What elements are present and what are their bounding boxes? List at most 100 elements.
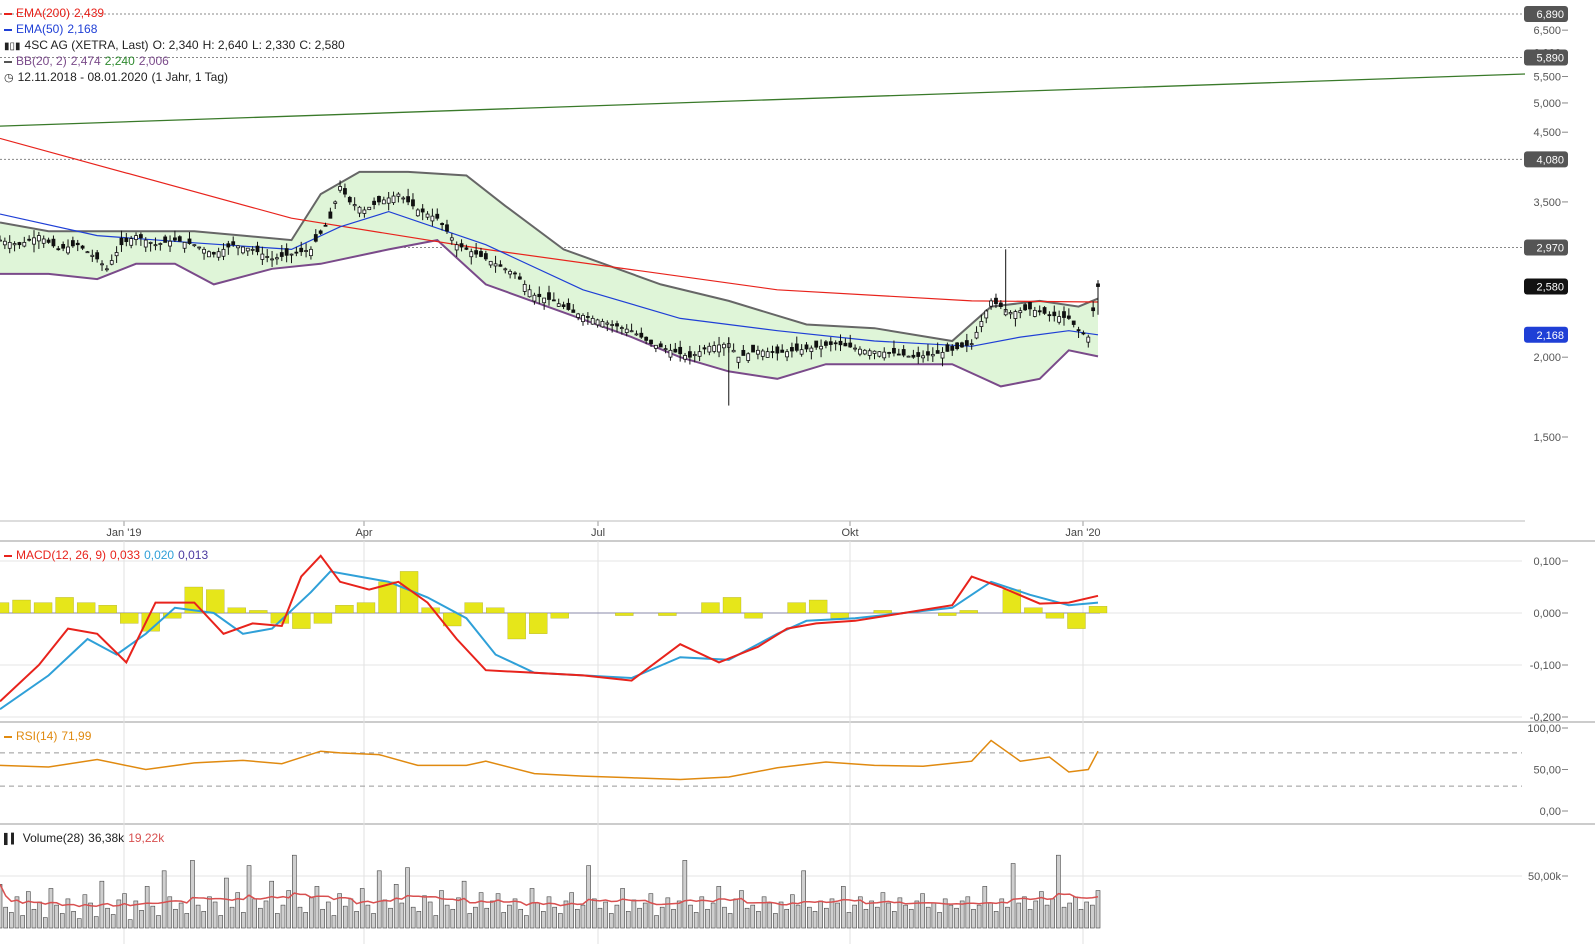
candle-body <box>46 239 51 243</box>
macd-histogram-bar <box>1002 589 1022 614</box>
volume-bar <box>1078 908 1084 929</box>
candle-body <box>824 341 828 346</box>
volume-bar <box>625 911 631 929</box>
volume-bar <box>212 901 218 929</box>
legend-macd-signal: 0,020 <box>144 548 175 562</box>
candle-body <box>542 297 547 304</box>
volume-bar <box>178 902 184 929</box>
volume-bar <box>416 911 422 929</box>
candle-body <box>799 349 804 355</box>
legend-macd-value: 0,033 <box>110 548 141 562</box>
candle-body <box>833 342 838 345</box>
volume-bar <box>1073 896 1078 929</box>
volume-bar <box>931 902 937 929</box>
candle-body <box>532 294 537 302</box>
volume-bar <box>308 897 314 929</box>
candle-body <box>1066 315 1071 319</box>
candle-body <box>148 241 153 244</box>
volume-bar <box>665 897 671 929</box>
macd-histogram-bar <box>744 612 763 619</box>
legend-bb: BB(20, 2) 2,474 2,240 2,006 <box>4 53 173 69</box>
candle-body <box>765 351 770 358</box>
volume-bar <box>303 912 308 929</box>
candle-body <box>100 263 104 266</box>
macd-histogram-bar <box>356 602 376 614</box>
candle-body <box>770 351 775 353</box>
volume-bar <box>456 897 461 929</box>
legend-ema50: EMA(50) 2,168 <box>4 21 101 37</box>
candle-body <box>153 244 158 247</box>
volume-bar <box>988 902 993 929</box>
volume-bar <box>342 905 348 929</box>
volume-bar <box>693 912 699 929</box>
volume-bar <box>818 900 823 929</box>
macd-histogram-bar <box>529 612 548 634</box>
volume-bar <box>150 905 156 929</box>
volume-bar <box>241 912 246 929</box>
candle-body <box>964 340 969 346</box>
volume-bar <box>1090 904 1095 929</box>
volume-bar <box>25 891 31 929</box>
volume-bar <box>467 913 473 929</box>
macd-histogram-bar <box>120 612 139 624</box>
time-axis-label: Jan '19 <box>106 527 141 539</box>
macd-histogram-bar <box>227 607 246 614</box>
candle-body <box>328 211 333 219</box>
volume-bar <box>993 911 999 929</box>
candle-body <box>445 224 449 232</box>
time-axis-label: Jul <box>591 527 605 539</box>
price-tag-label: 5,890 <box>1536 53 1564 65</box>
candle-body <box>430 215 435 222</box>
candle-body <box>265 256 270 258</box>
candle-body <box>479 251 483 257</box>
volume-bar <box>654 915 659 929</box>
candle-body <box>814 340 819 348</box>
candle-body <box>663 348 668 351</box>
candle-body <box>1086 336 1091 343</box>
volume-bar <box>410 906 416 929</box>
volume-bar <box>676 900 682 929</box>
volume-bar <box>478 892 484 929</box>
candle-body <box>357 206 362 214</box>
volume-bar <box>1050 898 1056 929</box>
volume-bar <box>59 913 65 929</box>
candle-body <box>994 297 998 305</box>
volume-bar <box>371 913 376 929</box>
volume-bar <box>65 898 71 929</box>
volume-bar <box>642 902 648 929</box>
candle-body <box>1008 312 1013 315</box>
macd-histogram-bar <box>615 612 634 616</box>
volume-bar <box>852 904 857 929</box>
volume-bar <box>880 892 886 929</box>
candle-body <box>27 238 32 241</box>
volume-bar <box>359 888 365 929</box>
candle-body <box>921 355 925 359</box>
volume-bar <box>727 913 733 929</box>
macd-histogram-bar <box>292 612 311 629</box>
volume-bar <box>439 890 444 929</box>
candle-body <box>313 234 318 242</box>
candle-body <box>887 352 891 354</box>
volume-bar <box>127 919 133 929</box>
candle-body <box>236 245 240 249</box>
candle-body <box>882 351 887 359</box>
time-axis-label: Okt <box>841 527 858 539</box>
rsi-axis-label: 0,00 <box>1540 806 1561 818</box>
candle-body <box>226 243 231 248</box>
candle-body <box>372 200 376 205</box>
candle-body <box>649 339 653 345</box>
volume-bar <box>1067 902 1073 929</box>
volume-bar <box>614 904 620 929</box>
bb-swatch-icon <box>4 60 12 63</box>
candle-body <box>717 344 721 353</box>
candle-body <box>877 351 882 357</box>
volume-bar <box>699 896 705 929</box>
volume-bar <box>846 912 852 929</box>
volume-bar <box>812 911 818 929</box>
volume-bar <box>3 906 8 929</box>
volume-bar <box>756 911 761 929</box>
volume-bar <box>354 911 359 929</box>
candle-body <box>420 208 425 213</box>
candle-body <box>294 251 299 254</box>
candle-body <box>610 324 615 326</box>
